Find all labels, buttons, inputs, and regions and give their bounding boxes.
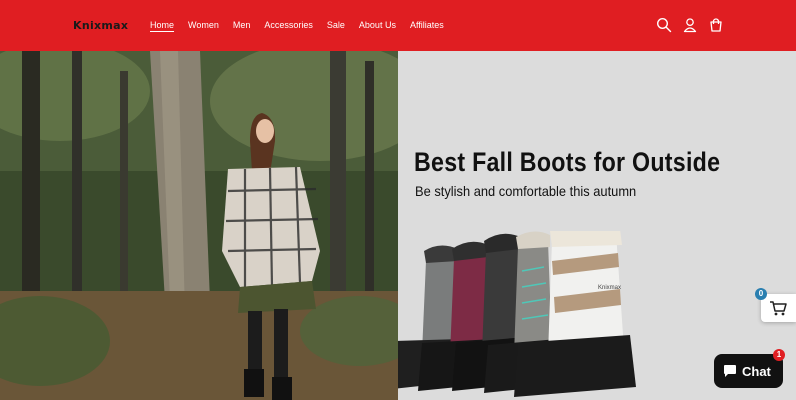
nav-men[interactable]: Men: [233, 20, 251, 30]
shopping-cart-icon: [770, 301, 787, 316]
hero-banner[interactable]: Best Fall Boots for Outside Be stylish a…: [0, 51, 796, 400]
nav-home[interactable]: Home: [150, 20, 174, 30]
hero-headline: Best Fall Boots for Outside: [414, 147, 721, 177]
nav-women[interactable]: Women: [188, 20, 219, 30]
hero-subline: Be stylish and comfortable this autumn: [415, 183, 637, 199]
brand-logo[interactable]: Knixmax: [73, 19, 128, 32]
forest-scene-illustration: [0, 51, 398, 400]
main-nav: Home Women Men Accessories Sale About Us…: [150, 20, 444, 30]
chat-notification-badge: 1: [773, 349, 785, 361]
nav-sale[interactable]: Sale: [327, 20, 345, 30]
search-icon[interactable]: [656, 17, 672, 33]
promo-panel: Best Fall Boots for Outside Be stylish a…: [398, 51, 796, 400]
floating-cart-button[interactable]: [761, 294, 796, 322]
site-header: Knixmax Home Women Men Accessories Sale …: [0, 0, 796, 51]
chat-button[interactable]: Chat: [714, 354, 783, 388]
nav-affiliates[interactable]: Affiliates: [410, 20, 444, 30]
hero-photo-model-in-forest: [0, 51, 398, 400]
boot-brand-label: Knixmax: [598, 285, 621, 291]
chat-label: Chat: [742, 364, 771, 379]
account-icon[interactable]: [682, 17, 698, 33]
nav-about-us[interactable]: About Us: [359, 20, 396, 30]
cart-count-badge: 0: [755, 288, 767, 300]
chat-bubble-icon: [724, 365, 736, 377]
snow-boots-product-image: Knixmax: [398, 231, 636, 397]
cart-icon[interactable]: [708, 17, 724, 33]
nav-accessories[interactable]: Accessories: [264, 20, 313, 30]
